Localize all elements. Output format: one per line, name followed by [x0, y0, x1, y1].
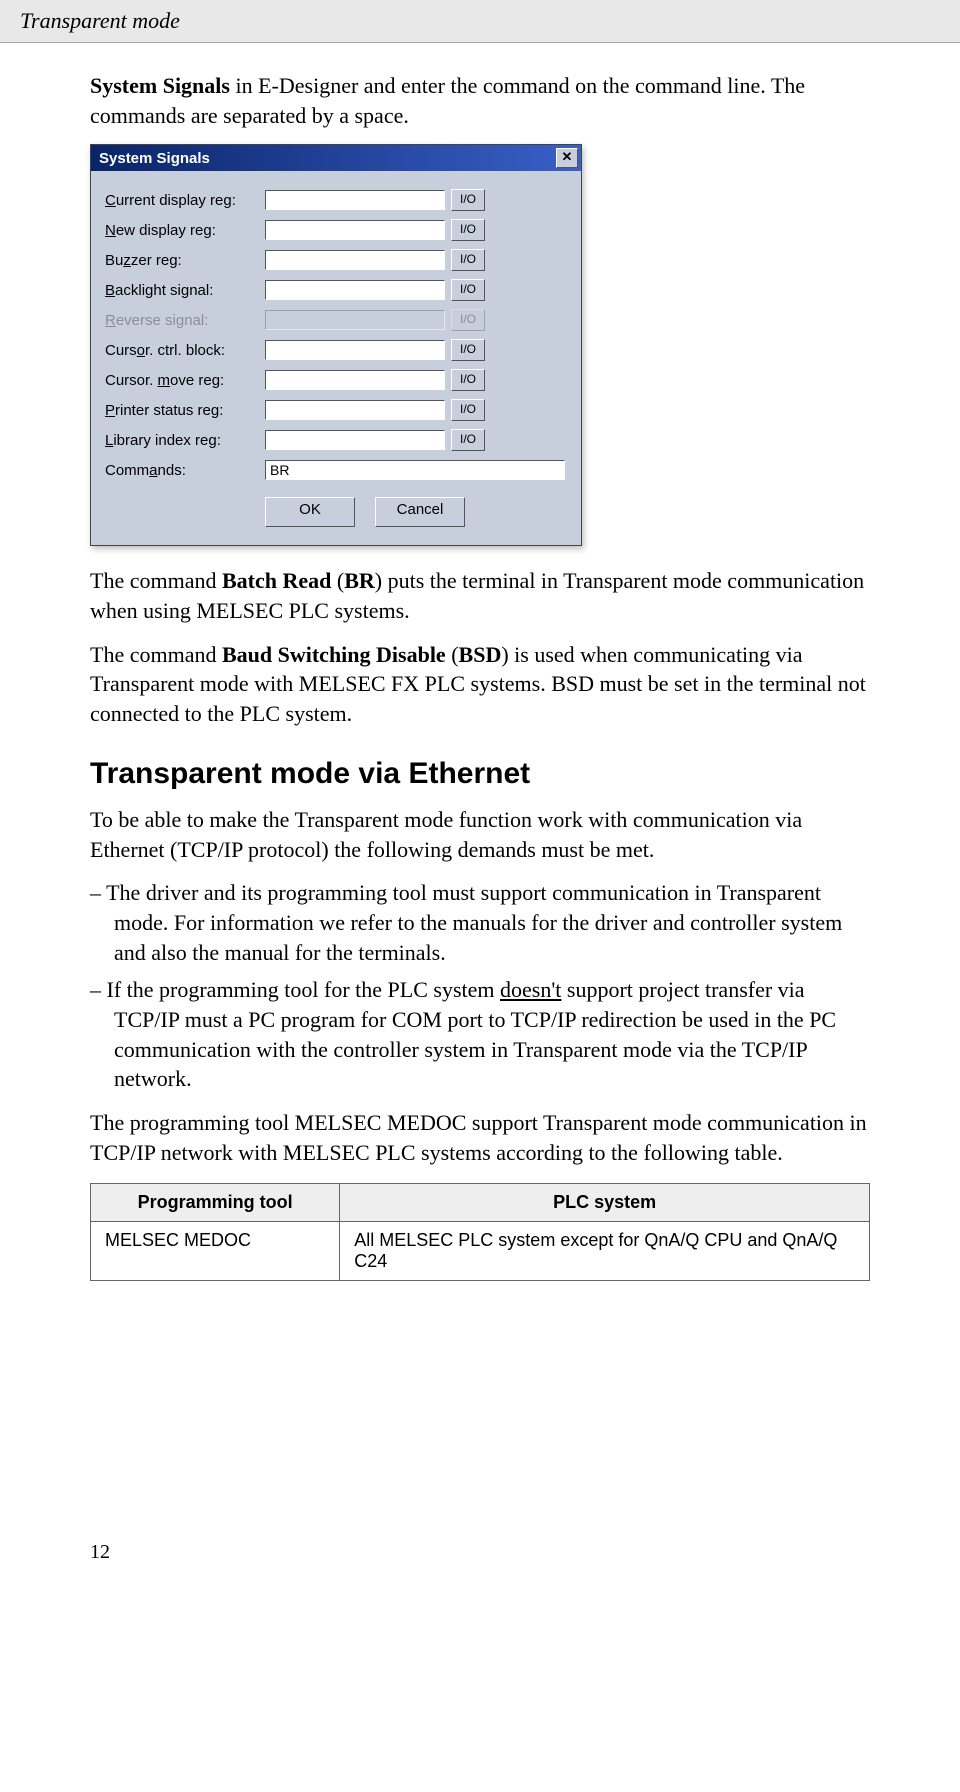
dialog-titlebar: System Signals ✕	[91, 145, 581, 171]
dialog-button-row: OK Cancel	[265, 497, 567, 527]
row-reverse-signal: Reverse signal: I/O	[105, 305, 567, 335]
row-current-display-reg: Current display reg: I/O	[105, 185, 567, 215]
io-button[interactable]: I/O	[451, 429, 485, 451]
row-cursor-move-reg: Cursor. move reg: I/O	[105, 365, 567, 395]
input-backlight-signal[interactable]	[265, 280, 445, 300]
row-backlight-signal: Backlight signal: I/O	[105, 275, 567, 305]
label-new-display-reg: New display reg:	[105, 222, 265, 239]
input-printer-status-reg[interactable]	[265, 400, 445, 420]
paragraph-bsd: The command Baud Switching Disable (BSD)…	[90, 640, 870, 729]
input-cursor-move-reg[interactable]	[265, 370, 445, 390]
input-current-display-reg[interactable]	[265, 190, 445, 210]
label-backlight-signal: Backlight signal:	[105, 282, 265, 299]
io-button[interactable]: I/O	[451, 249, 485, 271]
bullet-list: The driver and its programming tool must…	[90, 878, 870, 1094]
td-plc-system: All MELSEC PLC system except for QnA/Q C…	[340, 1222, 870, 1281]
cancel-button[interactable]: Cancel	[375, 497, 465, 527]
label-reverse-signal: Reverse signal:	[105, 312, 265, 329]
system-signals-dialog: System Signals ✕ Current display reg: I/…	[90, 144, 582, 546]
input-reverse-signal	[265, 310, 445, 330]
paragraph-eth-intro: To be able to make the Transparent mode …	[90, 805, 870, 864]
row-new-display-reg: New display reg: I/O	[105, 215, 567, 245]
close-icon[interactable]: ✕	[556, 148, 578, 168]
ok-button[interactable]: OK	[265, 497, 355, 527]
io-button[interactable]: I/O	[451, 219, 485, 241]
bullet-item-2: If the programming tool for the PLC syst…	[90, 975, 870, 1094]
page-header: Transparent mode	[0, 0, 960, 43]
label-commands: Commands:	[105, 462, 265, 479]
dialog-body: Current display reg: I/O New display reg…	[91, 171, 581, 545]
th-plc-system: PLC system	[340, 1184, 870, 1222]
input-cursor-ctrl-block[interactable]	[265, 340, 445, 360]
bullet-item-1: The driver and its programming tool must…	[90, 878, 870, 967]
input-commands[interactable]: BR	[265, 460, 565, 480]
dialog-title: System Signals	[99, 150, 210, 167]
heading-transparent-ethernet: Transparent mode via Ethernet	[90, 757, 870, 791]
io-button[interactable]: I/O	[451, 399, 485, 421]
intro-paragraph: System Signals in E-Designer and enter t…	[90, 71, 870, 130]
label-cursor-move-reg: Cursor. move reg:	[105, 372, 265, 389]
label-buzzer-reg: Buzzer reg:	[105, 252, 265, 269]
row-printer-status-reg: Printer status reg: I/O	[105, 395, 567, 425]
label-current-display-reg: Current display reg:	[105, 192, 265, 209]
label-library-index-reg: Library index reg:	[105, 432, 265, 449]
table-header-row: Programming tool PLC system	[91, 1184, 870, 1222]
io-button[interactable]: I/O	[451, 369, 485, 391]
label-printer-status-reg: Printer status reg:	[105, 402, 265, 419]
th-programming-tool: Programming tool	[91, 1184, 340, 1222]
page-body: System Signals in E-Designer and enter t…	[0, 71, 960, 1604]
page-number: 12	[90, 1541, 870, 1564]
row-cursor-ctrl-block: Cursor. ctrl. block: I/O	[105, 335, 567, 365]
input-library-index-reg[interactable]	[265, 430, 445, 450]
input-buzzer-reg[interactable]	[265, 250, 445, 270]
io-button[interactable]: I/O	[451, 339, 485, 361]
intro-bold: System Signals	[90, 73, 230, 98]
paragraph-medoc: The programming tool MELSEC MEDOC suppor…	[90, 1108, 870, 1167]
table-row: MELSEC MEDOC All MELSEC PLC system excep…	[91, 1222, 870, 1281]
row-library-index-reg: Library index reg: I/O	[105, 425, 567, 455]
label-cursor-ctrl-block: Cursor. ctrl. block:	[105, 342, 265, 359]
paragraph-batch-read: The command Batch Read (BR) puts the ter…	[90, 566, 870, 625]
io-button[interactable]: I/O	[451, 189, 485, 211]
row-commands: Commands: BR	[105, 455, 567, 485]
input-new-display-reg[interactable]	[265, 220, 445, 240]
io-button-disabled: I/O	[451, 309, 485, 331]
io-button[interactable]: I/O	[451, 279, 485, 301]
programming-tool-table: Programming tool PLC system MELSEC MEDOC…	[90, 1183, 870, 1281]
row-buzzer-reg: Buzzer reg: I/O	[105, 245, 567, 275]
td-programming-tool: MELSEC MEDOC	[91, 1222, 340, 1281]
